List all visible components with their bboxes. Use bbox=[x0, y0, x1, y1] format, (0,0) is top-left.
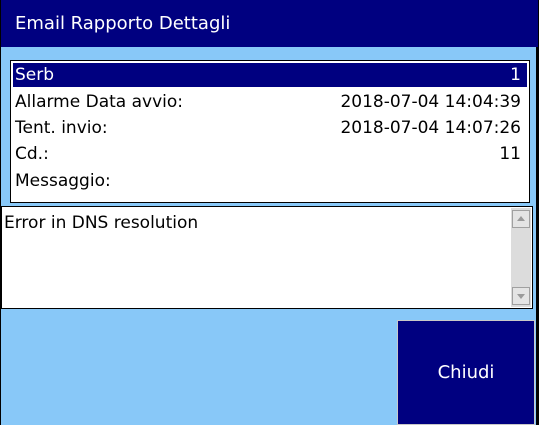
scroll-up-button[interactable] bbox=[512, 210, 530, 228]
message-text: Error in DNS resolution bbox=[4, 213, 199, 233]
scroll-down-button[interactable] bbox=[512, 287, 530, 305]
detail-label: Cd.: bbox=[15, 144, 49, 164]
detail-value: 2018-07-04 14:07:26 bbox=[340, 118, 521, 138]
arrow-up-icon bbox=[517, 216, 525, 221]
details-panel: Serb 1 Allarme Data avvio: 2018-07-04 14… bbox=[10, 60, 530, 203]
detail-row-server[interactable]: Serb 1 bbox=[13, 63, 527, 87]
arrow-down-icon bbox=[517, 294, 525, 299]
close-button[interactable]: Chiudi bbox=[397, 320, 535, 425]
detail-label: Messaggio: bbox=[15, 171, 111, 191]
email-report-details-window: Email Rapporto Dettagli Serb 1 Allarme D… bbox=[0, 0, 538, 425]
message-textbox[interactable]: Error in DNS resolution bbox=[1, 206, 533, 309]
window-title: Email Rapporto Dettagli bbox=[1, 0, 538, 47]
detail-row-message: Messaggio: bbox=[13, 169, 527, 193]
detail-value: 1 bbox=[510, 65, 521, 85]
detail-label: Serb bbox=[15, 65, 55, 85]
detail-value: 11 bbox=[499, 144, 521, 164]
message-scrollbar[interactable] bbox=[511, 208, 531, 307]
detail-label: Tent. invio: bbox=[15, 118, 108, 138]
detail-value: 2018-07-04 14:04:39 bbox=[340, 92, 521, 112]
detail-row-alarm-start: Allarme Data avvio: 2018-07-04 14:04:39 bbox=[13, 90, 527, 114]
detail-label: Allarme Data avvio: bbox=[15, 92, 183, 112]
detail-row-send-attempt: Tent. invio: 2018-07-04 14:07:26 bbox=[13, 116, 527, 140]
detail-row-code: Cd.: 11 bbox=[13, 142, 527, 166]
